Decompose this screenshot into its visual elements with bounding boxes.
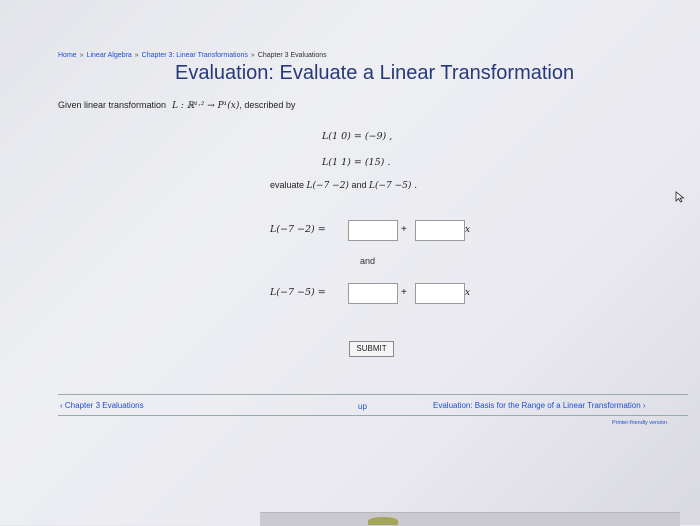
page-title: Evaluation: Evaluate a Linear Transforma… xyxy=(175,62,575,84)
evaluate-and: and xyxy=(351,180,367,190)
given-text: Given linear transformation xyxy=(58,100,167,110)
breadcrumb-current: Chapter 3 Evaluations xyxy=(257,52,327,59)
breadcrumb-chapter-3[interactable]: Chapter 3: Linear Transformations xyxy=(142,52,248,59)
answer-1-plus: + xyxy=(401,224,407,235)
and-separator: and xyxy=(360,256,376,266)
prev-link[interactable]: ‹ Chapter 3 Evaluations xyxy=(60,401,144,410)
breadcrumb-linear-algebra[interactable]: Linear Algebra xyxy=(87,52,132,59)
answer-1-constant-input[interactable] xyxy=(348,220,398,241)
answer-1-lhs: L(−7 −2) = xyxy=(270,224,326,235)
next-link[interactable]: Evaluation: Basis for the Range of a Lin… xyxy=(433,401,646,410)
breadcrumb-home[interactable]: Home xyxy=(58,52,77,59)
breadcrumb-separator: » xyxy=(250,52,255,59)
condition-2: L(1 1) = (15) . xyxy=(322,157,391,168)
answer-1-coefficient-input[interactable] xyxy=(415,220,465,241)
evaluate-second: L(−7 −5) . xyxy=(369,181,418,191)
condition-1: L(1 0) = (−9) , xyxy=(322,131,393,142)
page: Home» Linear Algebra» Chapter 3: Linear Tr… xyxy=(0,0,700,526)
breadcrumb-separator: » xyxy=(134,52,139,59)
up-link[interactable]: up xyxy=(358,402,367,411)
given-suffix: , described by xyxy=(239,100,296,110)
answer-2-var: x xyxy=(465,288,471,298)
printer-friendly-link[interactable]: Printer-friendly version xyxy=(612,420,667,426)
submit-button[interactable]: SUBMIT xyxy=(349,341,394,357)
divider-top xyxy=(58,394,688,395)
breadcrumb: Home» Linear Algebra» Chapter 3: Linear Tr… xyxy=(58,52,327,59)
transformation-map: L : ℝ¹·² → P¹(x) xyxy=(172,101,240,111)
given-statement: Given linear transformation L : ℝ¹·² → P¹… xyxy=(58,100,295,111)
answer-2-plus: + xyxy=(401,287,407,298)
answer-2-constant-input[interactable] xyxy=(348,283,398,304)
answer-2-lhs: L(−7 −5) = xyxy=(270,287,326,298)
evaluate-first: L(−7 −2) xyxy=(306,181,349,191)
evaluate-prompt: evaluate L(−7 −2) and L(−7 −5) . xyxy=(270,180,417,191)
divider-bottom xyxy=(58,415,688,416)
answer-2-coefficient-input[interactable] xyxy=(415,283,465,304)
answer-1-var: x xyxy=(465,225,471,235)
mouse-cursor-icon xyxy=(675,191,685,203)
evaluate-label: evaluate xyxy=(270,180,305,190)
taskbar xyxy=(260,512,680,526)
breadcrumb-separator: » xyxy=(79,52,84,59)
taskbar-app-icon[interactable] xyxy=(368,517,398,525)
